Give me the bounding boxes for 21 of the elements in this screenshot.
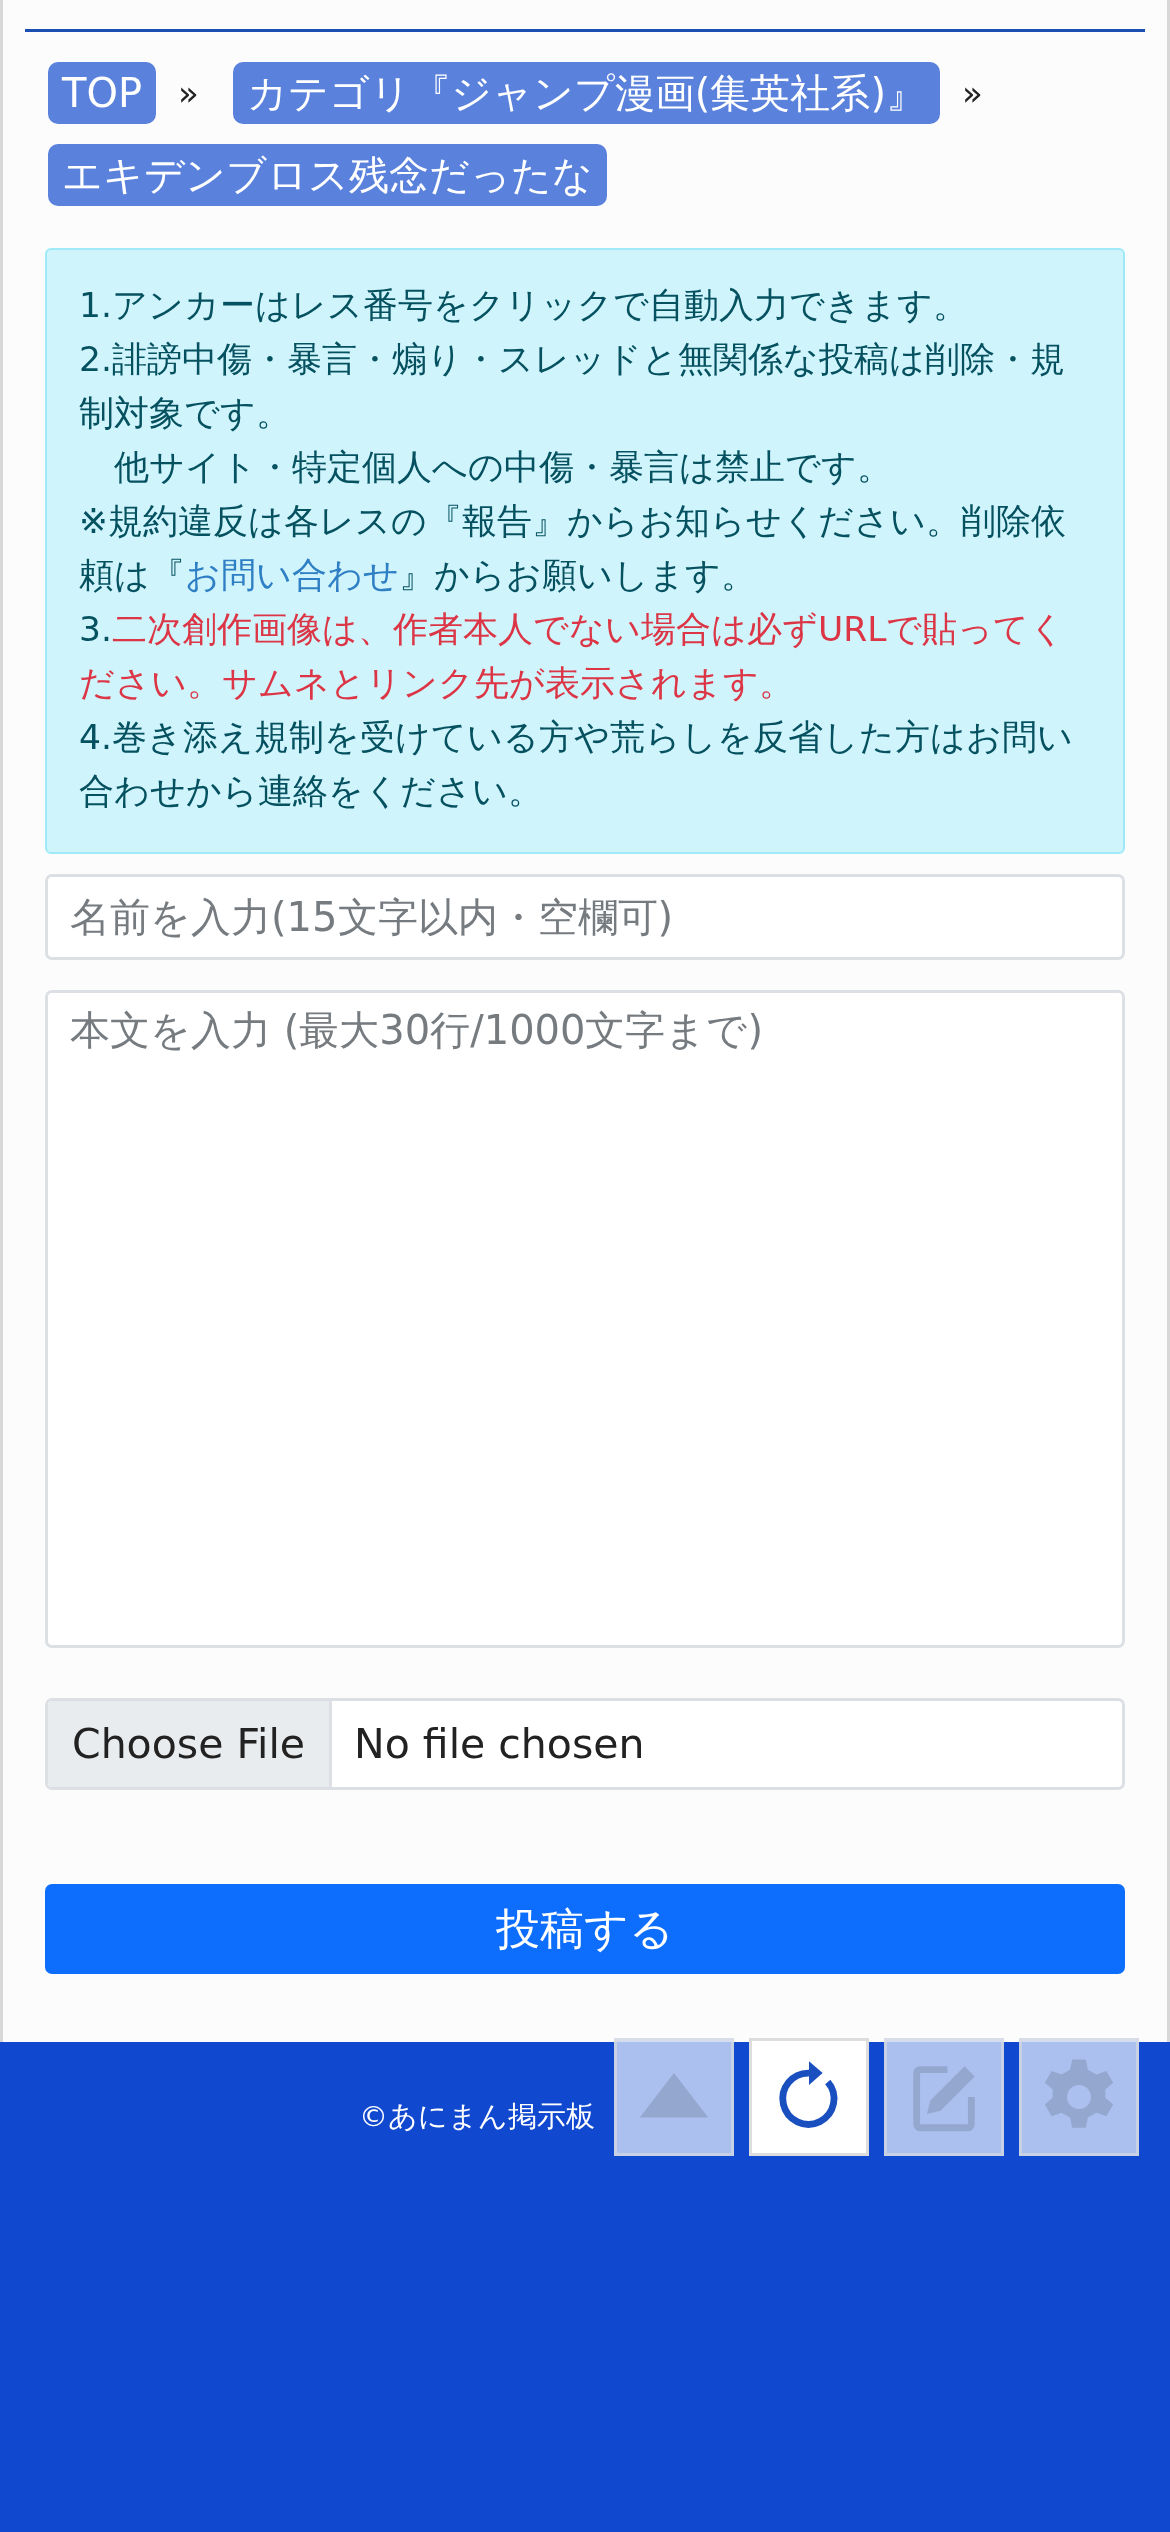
notice-text: 4.巻き添え規制を受けている方や荒らしを反省した方はお問い合わせから連絡をください。 [79,716,1074,813]
file-input[interactable]: Choose File No file chosen [45,1698,1125,1790]
up-button[interactable] [614,2038,734,2156]
breadcrumb-separator: » [177,73,200,113]
breadcrumb-link[interactable]: エキデンブロス残念だったな [48,144,607,206]
contact-link[interactable]: お問い合わせ [185,555,399,595]
settings-button[interactable] [1019,2038,1139,2156]
notice-text: 3.二次創作画像は、作者本人でない場合は必ずURLで貼ってください。サムネとリンク先が表示されます。 [79,608,1067,705]
submit-button[interactable]: 投稿する [45,1884,1125,1974]
notice-text: 他サイト・特定個人への中傷・暴言は禁止です。 [113,446,893,489]
breadcrumb-link[interactable]: カテゴリ『ジャンプ漫画(集英社系)』 [232,62,941,124]
notice-text: ※規約違反は各レスの『報告』からお知らせください。削除依頼は『お問い合わせ』からお願いします。 [79,500,1067,597]
breadcrumb-separator: » [961,73,984,113]
file-status: No file chosen [353,1719,646,1770]
copyright-text: ©あにまん掲示板 [359,2098,595,2135]
notice-text: 2.誹謗中傷・暴言・煽り・スレッドと無関係な投稿は削除・規制対象です。 [79,338,1066,435]
breadcrumb-link[interactable]: TOP [48,62,157,124]
notice-text: 1.アンカーはレス番号をクリックで自動入力できます。 [79,284,969,327]
edit-button[interactable] [884,2038,1004,2156]
choose-file-button[interactable]: Choose File [48,1701,332,1787]
reload-button[interactable] [749,2038,869,2156]
